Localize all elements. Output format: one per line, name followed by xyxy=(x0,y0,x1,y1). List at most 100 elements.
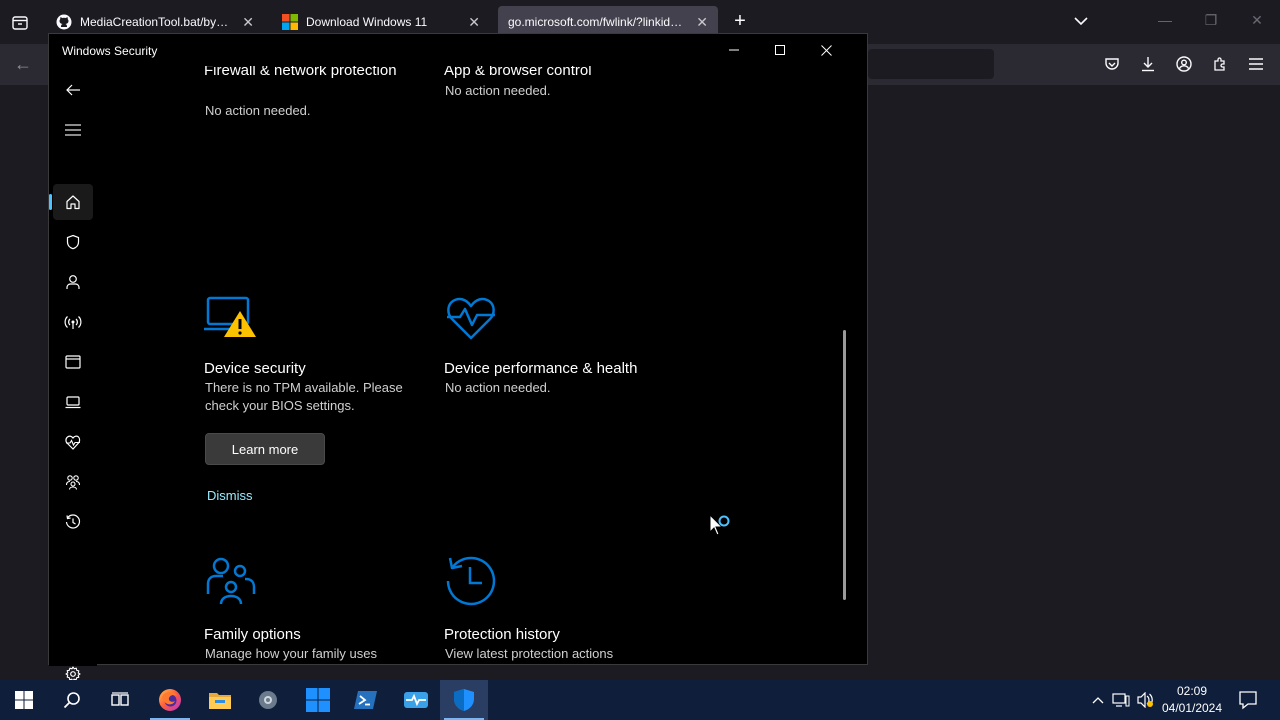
extensions-icon[interactable] xyxy=(1210,54,1230,74)
task-view-icon xyxy=(111,692,129,706)
nav-item-family-options[interactable] xyxy=(53,464,93,500)
dismiss-link[interactable]: Dismiss xyxy=(207,488,253,503)
heart-pulse-icon xyxy=(65,435,81,450)
card-firewall[interactable]: Firewall & network protection No action … xyxy=(204,66,424,186)
search-button[interactable] xyxy=(48,680,96,720)
card-description: View latest protection actions and recom… xyxy=(445,646,614,661)
maximize-icon xyxy=(775,45,785,55)
microsoft-icon xyxy=(282,14,298,30)
taskbar-firefox[interactable] xyxy=(146,680,194,720)
task-view-button[interactable] xyxy=(96,680,144,720)
home-icon xyxy=(66,195,80,210)
card-title: Protection history xyxy=(444,626,560,643)
card-title: Device security xyxy=(204,360,306,377)
windows-logo-icon xyxy=(15,691,33,709)
hamburger-icon xyxy=(65,124,81,136)
hamburger-menu-icon[interactable] xyxy=(1246,54,1266,74)
card-description: Manage how your family uses their device… xyxy=(205,646,377,661)
windows-security-window: Windows Security Firewall & network prot… xyxy=(48,33,868,682)
nav-item-app-browser[interactable] xyxy=(53,344,93,380)
card-description: No action needed. xyxy=(445,83,551,98)
firefox-view-button[interactable] xyxy=(8,12,32,34)
card-protection-history[interactable]: Protection history View latest protectio… xyxy=(444,554,664,664)
card-title: Device performance & health xyxy=(444,360,638,377)
firefox-icon xyxy=(159,689,181,711)
nav-item-protection-history[interactable] xyxy=(53,504,93,540)
family-icon xyxy=(65,475,81,490)
nav-item-firewall[interactable] xyxy=(53,304,93,340)
volume-icon[interactable] xyxy=(1135,690,1155,710)
shield-icon xyxy=(66,234,80,250)
person-icon xyxy=(66,275,80,289)
shield-icon xyxy=(454,689,474,711)
laptop-icon xyxy=(65,396,81,409)
tab-title: go.microsoft.com/fwlink/?linkid=2171764 xyxy=(508,15,689,29)
card-title: App & browser control xyxy=(444,66,592,79)
card-description: No action needed. xyxy=(445,380,551,395)
wireless-antenna-icon xyxy=(64,316,82,329)
card-device-performance[interactable]: Device performance & health No action ne… xyxy=(444,292,664,442)
search-icon xyxy=(63,692,80,709)
taskbar-performance-monitor[interactable] xyxy=(392,680,440,720)
card-description: No action needed. xyxy=(205,103,311,118)
notification-center-button[interactable] xyxy=(1236,688,1260,712)
nav-item-device-security[interactable] xyxy=(53,384,93,420)
learn-more-button[interactable]: Learn more xyxy=(205,433,325,465)
list-all-tabs-button[interactable] xyxy=(1072,14,1090,28)
show-hidden-icons-chevron-icon[interactable] xyxy=(1088,690,1108,710)
window-title: Windows Security xyxy=(62,44,158,58)
scrollbar-thumb[interactable] xyxy=(843,330,846,600)
close-button[interactable] xyxy=(803,34,849,66)
folder-icon xyxy=(209,693,231,709)
tab-title: MediaCreationTool.bat/bypass11/Skip_TPM_… xyxy=(80,15,234,29)
heart-pulse-icon xyxy=(404,692,428,708)
clock-time: 02:09 xyxy=(1176,684,1208,698)
tab-close-icon[interactable]: ✕ xyxy=(242,14,254,31)
tab-close-icon[interactable]: ✕ xyxy=(696,14,708,31)
taskbar-settings[interactable] xyxy=(244,680,292,720)
taskbar-windows-11-app[interactable] xyxy=(294,680,342,720)
nav-item-account-protection[interactable] xyxy=(53,264,93,300)
card-family-options[interactable]: Family options Manage how your family us… xyxy=(204,554,424,664)
heart-pulse-icon xyxy=(447,297,495,340)
minimize-button[interactable] xyxy=(711,34,757,66)
history-icon xyxy=(446,556,496,606)
pocket-icon[interactable] xyxy=(1102,54,1122,74)
downloads-icon[interactable] xyxy=(1138,54,1158,74)
minimize-icon xyxy=(729,49,739,51)
browser-close-icon[interactable]: ✕ xyxy=(1247,12,1267,32)
back-button[interactable] xyxy=(53,72,93,108)
github-icon xyxy=(56,14,72,30)
menu-button[interactable] xyxy=(53,112,93,148)
network-icon[interactable] xyxy=(1111,690,1131,710)
powershell-icon xyxy=(354,691,377,709)
taskbar-powershell[interactable] xyxy=(342,680,390,720)
nav-item-device-performance[interactable] xyxy=(53,424,93,460)
app-window-icon xyxy=(65,355,81,369)
start-button[interactable] xyxy=(0,680,48,720)
nav-item-home[interactable] xyxy=(49,184,93,220)
taskbar: 02:09 04/01/2024 xyxy=(0,680,1280,720)
back-arrow-icon xyxy=(66,84,80,96)
taskbar-file-explorer[interactable] xyxy=(196,680,244,720)
card-description: There is no TPM available. Please check … xyxy=(205,380,403,413)
maximize-button[interactable] xyxy=(757,34,803,66)
laptop-warning-icon xyxy=(204,296,256,337)
new-tab-button[interactable]: + xyxy=(730,11,750,32)
browser-restore-icon[interactable]: ❐ xyxy=(1201,12,1221,32)
taskbar-windows-security[interactable] xyxy=(440,680,488,720)
taskbar-clock[interactable]: 02:09 04/01/2024 xyxy=(1160,683,1224,717)
windows-11-logo-icon xyxy=(306,688,330,712)
close-icon xyxy=(820,44,832,56)
busy-cursor-icon xyxy=(709,514,730,536)
tab-close-icon[interactable]: ✕ xyxy=(468,14,480,31)
card-app-browser-control[interactable]: App & browser control No action needed. xyxy=(444,66,664,186)
browser-back-icon[interactable]: ← xyxy=(14,54,34,74)
family-icon xyxy=(206,557,256,605)
card-title: Family options xyxy=(204,626,301,643)
account-icon[interactable] xyxy=(1174,54,1194,74)
url-bar[interactable] xyxy=(868,49,994,79)
window-titlebar[interactable]: Windows Security xyxy=(49,34,867,66)
browser-minimize-icon[interactable]: — xyxy=(1155,12,1175,32)
nav-item-virus-protection[interactable] xyxy=(53,224,93,260)
